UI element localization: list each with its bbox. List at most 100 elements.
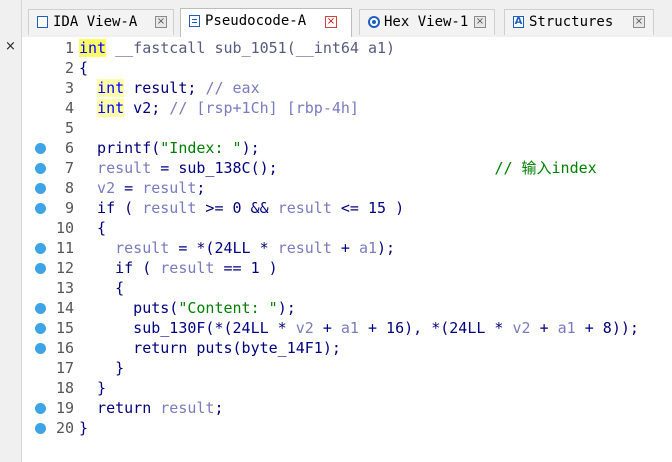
code-token: +	[331, 239, 359, 257]
code-token: );	[241, 139, 260, 157]
line-number: 3	[64, 79, 74, 97]
breakpoint-dot-icon[interactable]	[35, 343, 46, 354]
code-text[interactable]: v2 = result;	[79, 178, 205, 198]
code-token: result	[79, 239, 170, 257]
breakpoint-dot-icon[interactable]	[35, 423, 46, 434]
code-line[interactable]: 20}	[22, 418, 672, 438]
code-text[interactable]: }	[79, 378, 106, 398]
code-text[interactable]: }	[79, 418, 88, 438]
tab-close-icon[interactable]: ×	[155, 16, 167, 28]
tab-label: IDA View-A	[53, 14, 138, 30]
pseudocode-icon	[189, 15, 200, 27]
ida-view-icon	[37, 16, 48, 28]
code-line[interactable]: 7 result = sub_138C(); // 输入index	[22, 158, 672, 178]
code-token: = *(24LL *	[169, 239, 278, 257]
code-token: v2;	[124, 99, 170, 117]
code-line[interactable]: 6 printf("Index: ");	[22, 138, 672, 158]
code-token: result	[142, 199, 197, 217]
tab-pseudocode-a[interactable]: Pseudocode-A ×	[180, 8, 352, 37]
panel-close-icon[interactable]: ×	[2, 38, 19, 55]
code-text[interactable]: sub_130F(*(24LL * v2 + a1 + 16), *(24LL …	[79, 318, 639, 338]
breakpoint-dot-icon[interactable]	[35, 163, 46, 174]
tab-close-icon[interactable]: ×	[474, 16, 486, 28]
line-number: 7	[64, 159, 74, 177]
breakpoint-dot-icon[interactable]	[35, 143, 46, 154]
line-number: 2	[64, 59, 74, 77]
code-text[interactable]: }	[79, 358, 124, 378]
code-line[interactable]: 9 if ( result >= 0 && result <= 15 )	[22, 198, 672, 218]
code-line[interactable]: 18 }	[22, 378, 672, 398]
code-line[interactable]: 4 int v2; // [rsp+1Ch] [rbp-4h]	[22, 98, 672, 118]
breakpoint-dot-icon[interactable]	[35, 323, 46, 334]
code-line[interactable]: 13 {	[22, 278, 672, 298]
code-line[interactable]: 15 sub_130F(*(24LL * v2 + a1 + 16), *(24…	[22, 318, 672, 338]
code-text[interactable]: {	[79, 58, 88, 78]
breakpoint-dot-icon[interactable]	[35, 263, 46, 274]
code-text[interactable]: if ( result == 1 )	[79, 258, 278, 278]
code-text[interactable]: int __fastcall sub_1051(__int64 a1)	[79, 38, 395, 58]
code-text[interactable]: result = *(24LL * result + a1);	[79, 238, 395, 258]
code-token: +	[313, 319, 341, 337]
code-token: int	[97, 79, 125, 97]
line-number: 18	[55, 379, 74, 397]
code-line[interactable]: 17 }	[22, 358, 672, 378]
pseudocode-view[interactable]: 1 int __fastcall sub_1051(__int64 a1) 2{3 …	[22, 37, 672, 462]
tab-ida-view-a[interactable]: IDA View-A ×	[28, 9, 174, 35]
code-text[interactable]: {	[79, 278, 124, 298]
code-token: {	[79, 59, 89, 77]
code-line[interactable]: 12 if ( result == 1 )	[22, 258, 672, 278]
code-text[interactable]: int v2; // [rsp+1Ch] [rbp-4h]	[79, 98, 359, 118]
code-text[interactable]: if ( result >= 0 && result <= 15 )	[79, 198, 404, 218]
line-number: 17	[55, 359, 74, 377]
code-text[interactable]: result = sub_138C(); // 输入index	[79, 158, 597, 178]
line-number: 1	[64, 39, 74, 57]
code-token: == 1 )	[214, 259, 278, 277]
code-token: result	[160, 399, 215, 417]
code-token: }	[79, 379, 107, 397]
line-number: 9	[64, 199, 74, 217]
code-line[interactable]: 10 {	[22, 218, 672, 238]
code-line[interactable]: 11 result = *(24LL * result + a1);	[22, 238, 672, 258]
line-number: 8	[64, 179, 74, 197]
breakpoint-dot-icon[interactable]	[35, 303, 46, 314]
code-line[interactable]: 1 int __fastcall sub_1051(__int64 a1)	[22, 38, 672, 58]
code-token: <= 15 )	[331, 199, 405, 217]
tab-hex-view-1[interactable]: Hex View-1 ×	[359, 9, 495, 35]
tab-structures[interactable]: A Structures ×	[504, 9, 654, 35]
breakpoint-dot-icon[interactable]	[35, 243, 46, 254]
code-line[interactable]: 19 return result;	[22, 398, 672, 418]
code-line[interactable]: 5	[22, 118, 672, 138]
code-token: printf(	[79, 139, 161, 157]
breakpoint-dot-icon[interactable]	[35, 183, 46, 194]
code-token: // eax	[205, 79, 260, 97]
code-text[interactable]: return puts(byte_14F1);	[79, 338, 341, 358]
code-text[interactable]: puts("Content: ");	[79, 298, 296, 318]
code-token: ;	[214, 399, 224, 417]
breakpoint-dot-icon[interactable]	[35, 403, 46, 414]
line-number: 4	[64, 99, 74, 117]
code-text[interactable]: return result;	[79, 398, 224, 418]
code-token: }	[79, 359, 125, 377]
line-number: 11	[55, 239, 74, 257]
code-line[interactable]: 16 return puts(byte_14F1);	[22, 338, 672, 358]
code-token: result	[277, 199, 332, 217]
code-line[interactable]: 14 puts("Content: ");	[22, 298, 672, 318]
code-line[interactable]: 3 int result; // eax	[22, 78, 672, 98]
code-token: ;	[196, 179, 206, 197]
code-text[interactable]: printf("Index: ");	[79, 138, 260, 158]
tab-label: Hex View-1	[384, 14, 469, 30]
code-line[interactable]: 2{	[22, 58, 672, 78]
line-number: 13	[55, 279, 74, 297]
line-number: 20	[55, 419, 74, 437]
code-token: puts(	[79, 299, 179, 317]
code-token: = sub_138C();	[151, 159, 278, 177]
code-token: // 输入index	[494, 159, 597, 177]
tab-close-icon[interactable]: ×	[325, 16, 337, 28]
line-number: 10	[55, 219, 74, 237]
code-line[interactable]: 8 v2 = result;	[22, 178, 672, 198]
code-text[interactable]: {	[79, 218, 106, 238]
code-text[interactable]: int result; // eax	[79, 78, 260, 98]
breakpoint-dot-icon[interactable]	[35, 203, 46, 214]
tab-close-icon[interactable]: ×	[633, 16, 645, 28]
